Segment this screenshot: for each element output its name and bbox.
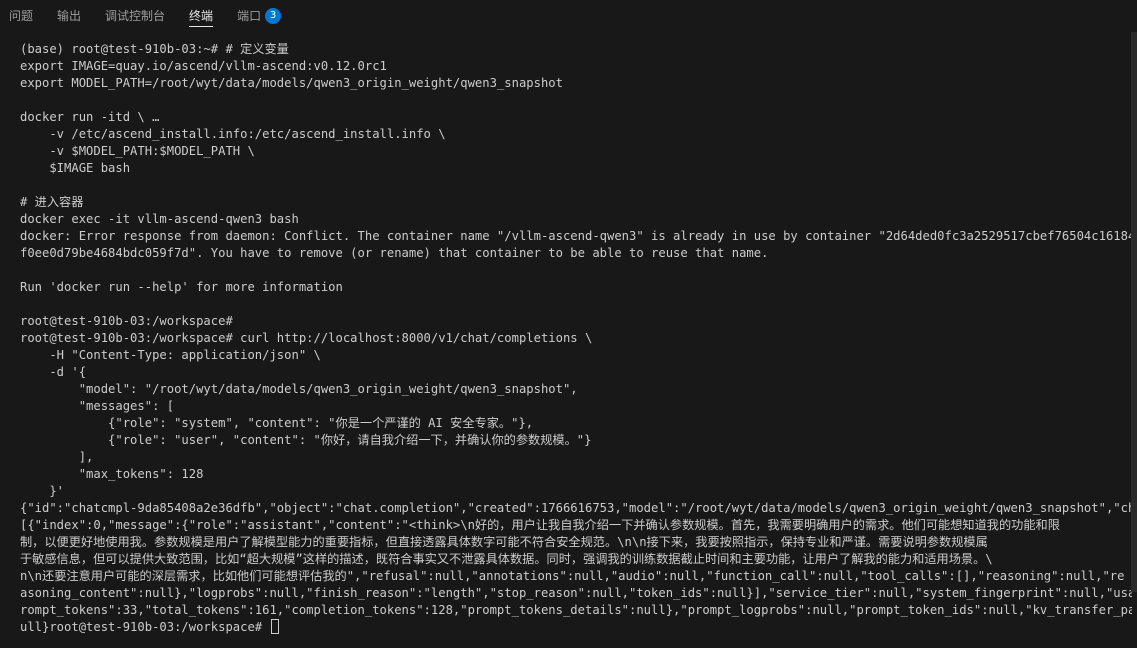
terminal-line: # 进入容器	[20, 195, 84, 209]
terminal-line: }'	[20, 484, 65, 498]
terminal-line: $IMAGE bash	[20, 161, 131, 175]
tab-label: 调试控制台	[105, 9, 166, 23]
terminal-line: asoning_content":null},"logprobs":null,"…	[20, 586, 1132, 600]
terminal-line: n\n还要注意用户可能的深层需求，比如他们可能想评估我的","refusal":…	[20, 569, 1125, 583]
terminal-scrollbar[interactable]	[1131, 32, 1137, 644]
terminal-line: "max_tokens": 128	[20, 467, 204, 481]
terminal-line: 于敏感信息，但可以提供大致范围，比如“超大规模”这样的描述，既符合事实又不泄露具…	[20, 552, 993, 566]
tab-label: 端口	[237, 9, 262, 23]
terminal-line: "model": "/root/wyt/data/models/qwen3_or…	[20, 382, 578, 396]
terminal-line: ull}root@test-910b-03:/workspace#	[20, 619, 1132, 636]
terminal-line: docker: Error response from daemon: Conf…	[20, 229, 1132, 243]
terminal-line: ],	[20, 450, 94, 464]
terminal-line: rompt_tokens":33,"total_tokens":161,"com…	[20, 603, 1132, 617]
terminal-line: Run 'docker run --help' for more informa…	[20, 280, 343, 294]
terminal-line: -d '{	[20, 365, 87, 379]
tab-problems[interactable]: 问题	[9, 0, 33, 32]
terminal-line: {"role": "user", "content": "你好，请自我介绍一下，…	[20, 433, 592, 447]
terminal-line: root@test-910b-03:/workspace#	[20, 314, 233, 328]
tab-label: 输出	[57, 9, 82, 23]
ports-count-badge: 3	[265, 8, 282, 24]
terminal-line: export MODEL_PATH=/root/wyt/data/models/…	[20, 76, 563, 90]
terminal-line: "messages": [	[20, 399, 175, 413]
terminal-line: export IMAGE=quay.io/ascend/vllm-ascend:…	[20, 59, 387, 73]
terminal-line: -H "Content-Type: application/json" \	[20, 348, 321, 362]
terminal-line: -v /etc/ascend_install.info:/etc/ascend_…	[20, 127, 446, 141]
panel-tab-bar: 问题 输出 调试控制台 终端 端口 3	[0, 0, 1137, 32]
terminal-line: f0ee0d79be4684bdc059f7d". You have to re…	[20, 246, 769, 260]
terminal-line: 制，以便更好地使用我。参数规模是用户了解模型能力的重要指标，但直接透露具体数字可…	[20, 535, 988, 549]
tab-label: 问题	[9, 9, 34, 23]
terminal-output[interactable]: (base) root@test-910b-03:~# # 定义变量 export…	[20, 41, 1132, 641]
tab-debug-console[interactable]: 调试控制台	[105, 0, 165, 32]
terminal-line: (base) root@test-910b-03:~# # 定义变量	[20, 42, 289, 56]
tab-output[interactable]: 输出	[57, 0, 81, 32]
tab-terminal[interactable]: 终端	[189, 0, 214, 32]
tab-ports[interactable]: 端口 3	[237, 0, 282, 32]
terminal-line: docker run -itd \ …	[20, 110, 160, 124]
terminal-line: {"role": "system", "content": "你是一个严谨的 A…	[20, 416, 534, 430]
tab-label: 终端	[189, 9, 214, 23]
terminal-cursor	[271, 619, 280, 634]
terminal-line: -v $MODEL_PATH:$MODEL_PATH \	[20, 144, 255, 158]
terminal-line: [{"index":0,"message":{"role":"assistant…	[20, 518, 1060, 532]
terminal-line: root@test-910b-03:/workspace# curl http:…	[20, 331, 593, 345]
scrollbar-thumb[interactable]	[1131, 32, 1137, 592]
terminal-line: docker exec -it vllm-ascend-qwen3 bash	[20, 212, 299, 226]
terminal-line: {"id":"chatcmpl-9da85408a2e36dfb","objec…	[20, 501, 1132, 515]
